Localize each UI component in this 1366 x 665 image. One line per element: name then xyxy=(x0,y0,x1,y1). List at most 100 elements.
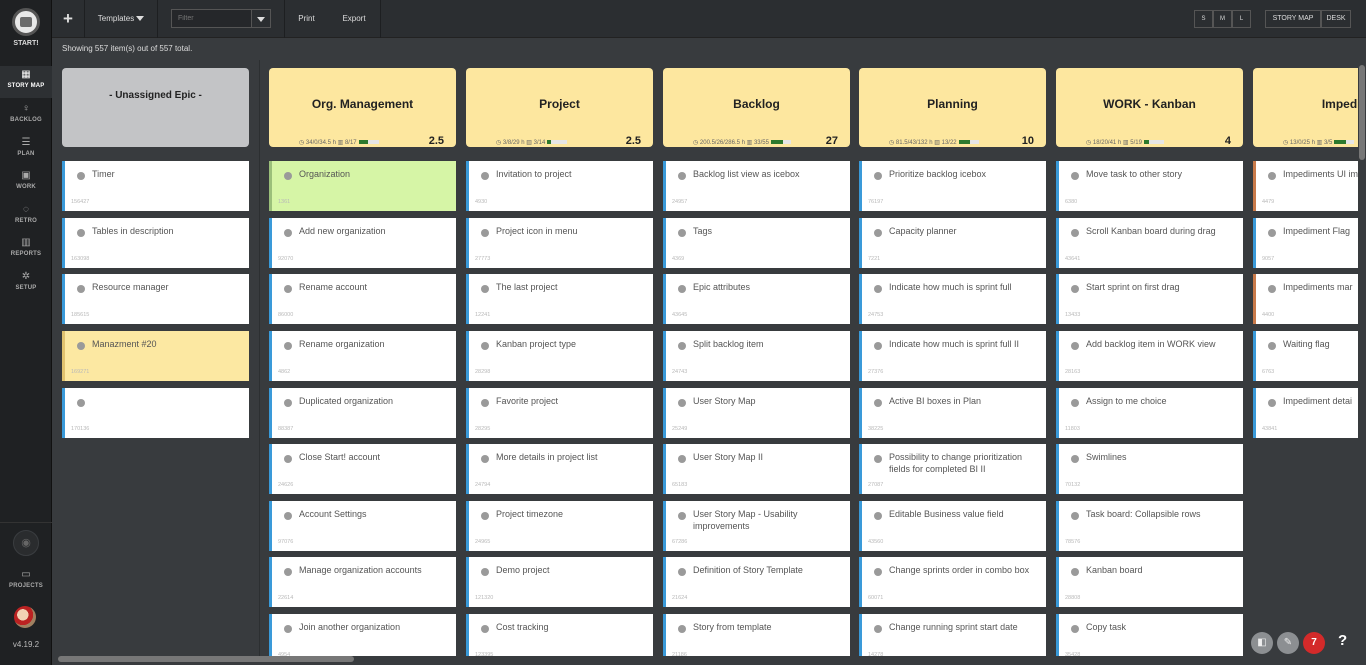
story-card[interactable]: Rename organization 4862 xyxy=(269,331,456,381)
avatar[interactable] xyxy=(14,606,36,628)
story-card[interactable]: User Story Map II 65183 xyxy=(663,444,850,494)
microphone-icon[interactable]: ◉ xyxy=(13,530,39,556)
story-card[interactable]: Tags 4369 xyxy=(663,218,850,268)
story-card[interactable]: Impediment detai 43841 xyxy=(1253,388,1358,438)
story-card[interactable]: Story from template 21186 xyxy=(663,614,850,656)
story-card[interactable]: Favorite project 28295 xyxy=(466,388,653,438)
story-card[interactable]: Manazment #20 169271 xyxy=(62,331,249,381)
story-card[interactable]: Cost tracking 123395 xyxy=(466,614,653,656)
story-card[interactable]: Change sprints order in combo box 60071 xyxy=(859,557,1046,607)
print-button[interactable]: Print xyxy=(285,0,328,38)
templates-dropdown[interactable]: Templates xyxy=(85,0,157,38)
epic-header[interactable]: Org. Management ◷ 34/0/34.5 h ▥ 8/17 2.5 xyxy=(269,68,456,147)
status-dot-icon xyxy=(1268,399,1276,407)
story-card[interactable]: Prioritize backlog icebox 76197 xyxy=(859,161,1046,211)
story-card[interactable]: Swimlines 70132 xyxy=(1056,444,1243,494)
story-card[interactable]: Epic attributes 43645 xyxy=(663,274,850,324)
story-card[interactable]: Impediments mar 4400 xyxy=(1253,274,1358,324)
story-card[interactable]: Editable Business value field 43560 xyxy=(859,501,1046,551)
epic-points: 10 xyxy=(1021,135,1034,147)
story-card[interactable]: Possibility to change prioritization fie… xyxy=(859,444,1046,494)
story-card[interactable]: Definition of Story Template 21624 xyxy=(663,557,850,607)
epic-header[interactable]: Impedim ◷ 13/0/25 h ▥ 3/5 xyxy=(1253,68,1358,147)
horizontal-scrollbar[interactable] xyxy=(58,656,354,662)
story-card[interactable]: User Story Map - Usability improvements 6… xyxy=(663,501,850,551)
story-card[interactable]: Add backlog item in WORK view 28163 xyxy=(1056,331,1243,381)
sidebar-item-setup[interactable]: ✲ SETUP xyxy=(0,268,52,300)
start-logo-icon[interactable] xyxy=(12,8,40,36)
story-card[interactable]: Duplicated organization 88387 xyxy=(269,388,456,438)
story-card[interactable]: Indicate how much is sprint full II 27376 xyxy=(859,331,1046,381)
story-card[interactable]: Backlog list view as icebox 24957 xyxy=(663,161,850,211)
add-button[interactable]: + xyxy=(52,0,84,38)
story-card[interactable]: Waiting flag 6763 xyxy=(1253,331,1358,381)
story-card[interactable]: More details in project list 24794 xyxy=(466,444,653,494)
sidebar-item-work[interactable]: ▣ WORK xyxy=(0,167,52,199)
story-card[interactable]: Join another organization 4954 xyxy=(269,614,456,656)
story-card[interactable]: Capacity planner 7221 xyxy=(859,218,1046,268)
story-card[interactable]: Project timezone 24965 xyxy=(466,501,653,551)
story-card[interactable]: Close Start! account 24626 xyxy=(269,444,456,494)
epic-progress-text: 13/22 xyxy=(941,140,957,146)
story-card[interactable]: Account Settings 97076 xyxy=(269,501,456,551)
story-card[interactable]: User Story Map 25249 xyxy=(663,388,850,438)
story-card[interactable]: Kanban project type 28298 xyxy=(466,331,653,381)
epic-header[interactable]: Backlog ◷ 200.5/26/286.5 h ▥ 33/55 27 xyxy=(663,68,850,147)
epic-header[interactable]: Project ◷ 3/8/29 h ▥ 3/14 2.5 xyxy=(466,68,653,147)
story-card[interactable]: Rename account 86000 xyxy=(269,274,456,324)
card-title: Rename account xyxy=(299,282,368,292)
status-dot-icon xyxy=(481,625,489,633)
story-card[interactable]: Invitation to project 4930 xyxy=(466,161,653,211)
story-card[interactable]: Assign to me choice 11803 xyxy=(1056,388,1243,438)
story-card[interactable]: Change running sprint start date 14278 xyxy=(859,614,1046,656)
status-dot-icon xyxy=(874,229,882,237)
filter-dropdown-button[interactable] xyxy=(251,9,271,28)
status-dot-icon xyxy=(284,172,292,180)
size-large-button[interactable]: L xyxy=(1232,10,1251,28)
story-card[interactable]: Manage organization accounts 22614 xyxy=(269,557,456,607)
story-card[interactable]: The last project 12241 xyxy=(466,274,653,324)
chat-icon: ◌ xyxy=(23,204,29,215)
story-card[interactable]: Scroll Kanban board during drag 43641 xyxy=(1056,218,1243,268)
export-button[interactable]: Export xyxy=(328,0,380,38)
sidebar-item-plan[interactable]: ☰ PLAN xyxy=(0,134,52,166)
sidebar-item-backlog[interactable]: ♀ BACKLOG xyxy=(0,100,52,132)
pencil-icon[interactable]: ✎ xyxy=(1277,632,1299,654)
story-card[interactable]: Organization 1361 xyxy=(269,161,456,211)
story-map-view-button[interactable]: STORY MAP xyxy=(1265,10,1321,28)
chart-icon: ▥ xyxy=(932,140,942,146)
story-card[interactable]: Copy task 35428 xyxy=(1056,614,1243,656)
vertical-scrollbar[interactable] xyxy=(1359,65,1365,160)
story-card[interactable]: Project icon in menu 27773 xyxy=(466,218,653,268)
story-card[interactable]: Split backlog item 24743 xyxy=(663,331,850,381)
sidebar-item-reports[interactable]: ▥ REPORTS xyxy=(0,234,52,266)
card-id: 67286 xyxy=(672,539,688,545)
epic-header[interactable]: Planning ◷ 81.5/43/132 h ▥ 13/22 10 xyxy=(859,68,1046,147)
story-card[interactable]: Move task to other story 6380 xyxy=(1056,161,1243,211)
story-card[interactable]: 170136 xyxy=(62,388,249,438)
unassigned-epic-header[interactable]: - Unassigned Epic - xyxy=(62,68,249,147)
story-card[interactable]: Impediment Flag 9057 xyxy=(1253,218,1358,268)
story-card[interactable]: Timer 156427 xyxy=(62,161,249,211)
story-card[interactable]: Resource manager 185615 xyxy=(62,274,249,324)
story-card[interactable]: Demo project 121320 xyxy=(466,557,653,607)
chevron-down-icon xyxy=(136,16,145,22)
story-card[interactable]: Indicate how much is sprint full 24753 xyxy=(859,274,1046,324)
sidebar-item-story-map[interactable]: ▦ STORY MAP xyxy=(0,66,52,98)
sidebar-item-retro[interactable]: ◌ RETRO xyxy=(0,201,52,233)
sidebar-item-projects[interactable]: ▭ PROJECTS xyxy=(0,566,52,598)
story-card[interactable]: Add new organization 92070 xyxy=(269,218,456,268)
cards-icon[interactable]: ◧ xyxy=(1251,632,1273,654)
story-card[interactable]: Task board: Collapsible rows 78576 xyxy=(1056,501,1243,551)
story-card[interactable]: Tables in description 163098 xyxy=(62,218,249,268)
size-small-button[interactable]: S xyxy=(1194,10,1213,28)
story-card[interactable]: Impediments UI improvements 4479 xyxy=(1253,161,1358,211)
notification-badge[interactable]: 7 xyxy=(1303,632,1325,654)
story-card[interactable]: Active BI boxes in Plan 38225 xyxy=(859,388,1046,438)
size-medium-button[interactable]: M xyxy=(1213,10,1232,28)
story-card[interactable]: Kanban board 28808 xyxy=(1056,557,1243,607)
help-icon[interactable]: ? xyxy=(1338,632,1347,649)
epic-header[interactable]: WORK - Kanban ◷ 18/20/41 h ▥ 5/19 4 xyxy=(1056,68,1243,147)
story-card[interactable]: Start sprint on first drag 13433 xyxy=(1056,274,1243,324)
desk-view-button[interactable]: DESK xyxy=(1321,10,1351,28)
